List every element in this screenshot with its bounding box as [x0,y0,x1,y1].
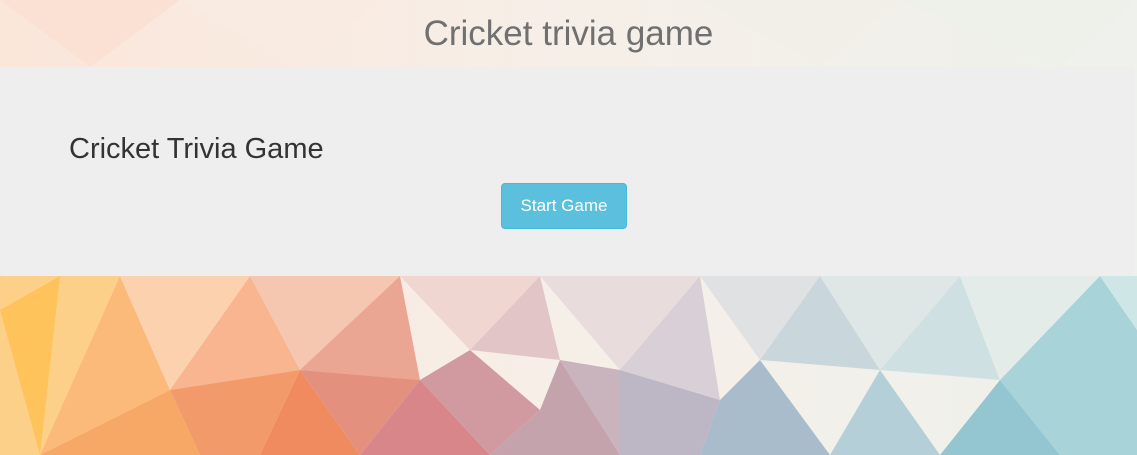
game-panel [0,67,1134,276]
start-game-button[interactable]: Start Game [501,183,627,229]
page-title: Cricket trivia game [423,14,714,53]
game-heading: Cricket Trivia Game [69,133,324,165]
